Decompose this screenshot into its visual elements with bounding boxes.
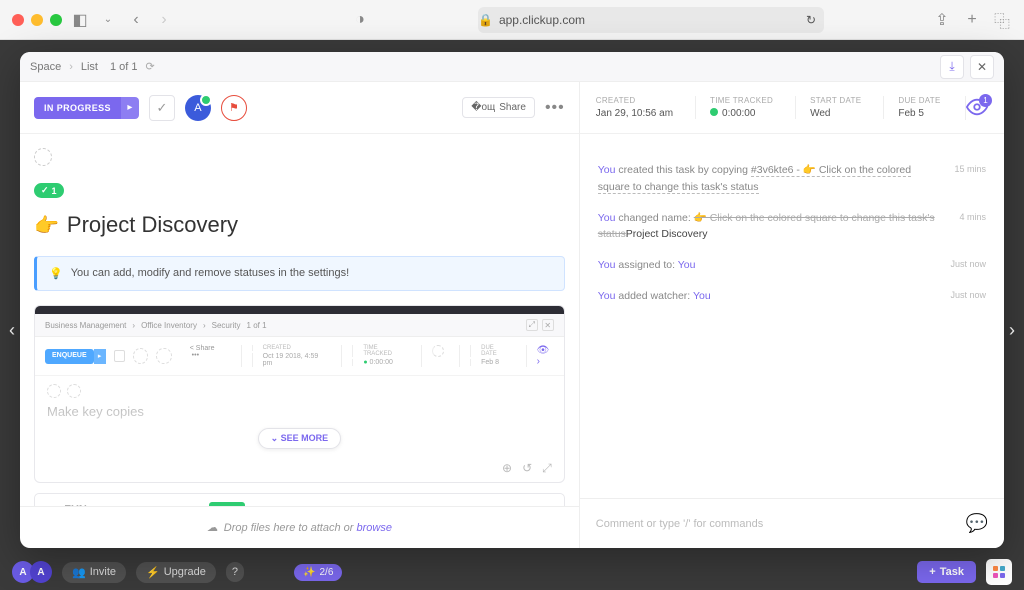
share-button[interactable]: �ощShare (462, 97, 535, 118)
watch-count: 1 (979, 94, 992, 107)
chevron-right-icon: › (69, 61, 73, 73)
task-emoji: 👉 (34, 213, 59, 238)
activity-time: 4 mins (959, 210, 986, 244)
embed-history-icon[interactable]: ↺ (522, 461, 532, 476)
nav-forward-icon[interactable]: › (154, 10, 174, 30)
embed-bc-1: Business Management (45, 321, 126, 330)
embed-check-icon (114, 350, 126, 362)
embed-status: ENQUEUE (45, 349, 94, 364)
sprint-points-icon[interactable] (34, 148, 52, 166)
embed-download-icon[interactable]: ⊕ (502, 461, 512, 476)
activity-feed: You created this task by copying #3v6kte… (580, 134, 1004, 498)
activity-item: You assigned to: You Just now (598, 257, 986, 274)
meta-time-tracked[interactable]: TIME TRACKED0:00:00 (695, 96, 773, 119)
custom-field-row[interactable]: FUN HIGH (34, 493, 565, 506)
subtask-badge[interactable]: 1 (34, 183, 64, 198)
activity-time: Just now (950, 257, 986, 274)
watchers-button[interactable]: 1 (965, 96, 988, 120)
activity-item: You created this task by copying #3v6kte… (598, 162, 986, 196)
task-detail-pane: IN PROGRESS ▸ ✓ A ⚑ �ощShare ••• 1 👉 Pro… (20, 82, 580, 548)
breadcrumb-count: 1 of 1 (110, 61, 138, 73)
attachment-dropzone[interactable]: ☁ Drop files here to attach or browse (20, 506, 579, 548)
activity-item: You changed name: 👉 Click on the colored… (598, 210, 986, 244)
embed-bc-4: 1 of 1 (247, 321, 267, 330)
nav-back-icon[interactable]: ‹ (126, 10, 146, 30)
lightbulb-icon: 💡 (49, 267, 63, 280)
embedded-screenshot: Business Management› Office Inventory› S… (34, 305, 565, 483)
sidebar-toggle-icon[interactable]: ◧ (70, 10, 90, 30)
task-modal: Space › List 1 of 1 ⟳ ⤓ ✕ IN PROGRESS ▸ … (20, 52, 1004, 548)
embed-fullscreen-icon[interactable]: ⤢ (542, 461, 552, 476)
cloud-upload-icon: ☁ (207, 521, 218, 534)
priority-flag-button[interactable]: ⚑ (221, 95, 247, 121)
minimize-window[interactable] (31, 14, 43, 26)
comment-input[interactable]: Comment or type '/' for commands 💬 (580, 498, 1004, 548)
close-window[interactable] (12, 14, 24, 26)
refresh-icon[interactable]: ↻ (806, 13, 816, 27)
breadcrumb-list[interactable]: List (81, 61, 98, 73)
status-label: IN PROGRESS (34, 97, 121, 119)
invite-button[interactable]: 👥Invite (62, 562, 126, 583)
send-icon[interactable]: 💬 (966, 513, 988, 534)
modal-header: Space › List 1 of 1 ⟳ ⤓ ✕ (20, 52, 1004, 82)
tabs-icon[interactable]: ⿻ (992, 10, 1012, 30)
share-icon[interactable]: ⇪ (932, 10, 952, 30)
user-avatar-2[interactable]: A (30, 561, 52, 583)
status-next-button[interactable]: ▸ (121, 97, 139, 119)
info-banner: 💡 You can add, modify and remove statuse… (34, 256, 565, 291)
complete-check-button[interactable]: ✓ (149, 95, 175, 121)
upgrade-button[interactable]: ⚡Upgrade (136, 562, 216, 583)
embed-bc-2: Office Inventory (141, 321, 197, 330)
address-bar[interactable]: 🔒 app.clickup.com ↻ (478, 7, 824, 33)
more-menu-button[interactable]: ••• (545, 99, 565, 117)
comment-placeholder: Comment or type '/' for commands (596, 518, 763, 530)
shield-icon[interactable]: ◑ (350, 10, 370, 30)
maximize-window[interactable] (50, 14, 62, 26)
banner-text: You can add, modify and remove statuses … (71, 267, 349, 280)
embed-avatar-icon (133, 348, 148, 364)
new-task-button[interactable]: + Task (917, 561, 976, 583)
task-meta-bar: CREATEDJan 29, 10:56 am TIME TRACKED0:00… (580, 82, 1004, 134)
meta-created: CREATEDJan 29, 10:56 am (596, 96, 673, 119)
activity-item: You added watcher: You Just now (598, 288, 986, 305)
activity-pane: CREATEDJan 29, 10:56 am TIME TRACKED0:00… (580, 82, 1004, 548)
help-button[interactable]: ? (226, 562, 244, 582)
onboarding-progress[interactable]: ✨ 2/6 (294, 564, 342, 581)
dropdown-icon[interactable]: ⌄ (98, 10, 118, 30)
embed-expand-icon: ⤢ (526, 319, 538, 331)
close-modal-button[interactable]: ✕ (970, 55, 994, 79)
activity-time: Just now (950, 288, 986, 305)
next-task-arrow[interactable]: › (1002, 315, 1022, 345)
breadcrumb-space[interactable]: Space (30, 61, 61, 73)
new-tab-icon[interactable]: + (962, 10, 982, 30)
assignee-avatar[interactable]: A (185, 95, 211, 121)
window-controls (12, 14, 62, 26)
prev-task-arrow[interactable]: ‹ (2, 315, 22, 345)
url-text: app.clickup.com (499, 13, 585, 27)
app-bottom-bar: A A 👥Invite ⚡Upgrade ? ✨ 2/6 + Task (0, 554, 1024, 590)
activity-time: 15 mins (954, 162, 986, 196)
apps-button[interactable] (986, 559, 1012, 585)
embed-flag-icon (156, 348, 171, 364)
lock-icon: 🔒 (478, 13, 493, 27)
task-title[interactable]: Project Discovery (67, 212, 238, 238)
see-more-button[interactable]: ⌄ SEE MORE (258, 428, 342, 449)
embed-bc-3: Security (212, 321, 241, 330)
meta-due-date[interactable]: DUE DATEFeb 5 (883, 96, 940, 119)
refresh-icon[interactable]: ⟳ (146, 60, 155, 73)
browse-link[interactable]: browse (356, 522, 391, 534)
share-icon: �ощ (471, 102, 495, 113)
task-toolbar: IN PROGRESS ▸ ✓ A ⚑ �ощShare ••• (20, 82, 579, 134)
collapse-button[interactable]: ⤓ (940, 55, 964, 79)
embed-close-icon: ✕ (542, 319, 554, 331)
browser-chrome: ◧ ⌄ ‹ › ◑ 🔒 app.clickup.com ↻ ⇪ + ⿻ (0, 0, 1024, 40)
status-button[interactable]: IN PROGRESS ▸ (34, 97, 139, 119)
meta-start-date[interactable]: START DATEWed (795, 96, 861, 119)
